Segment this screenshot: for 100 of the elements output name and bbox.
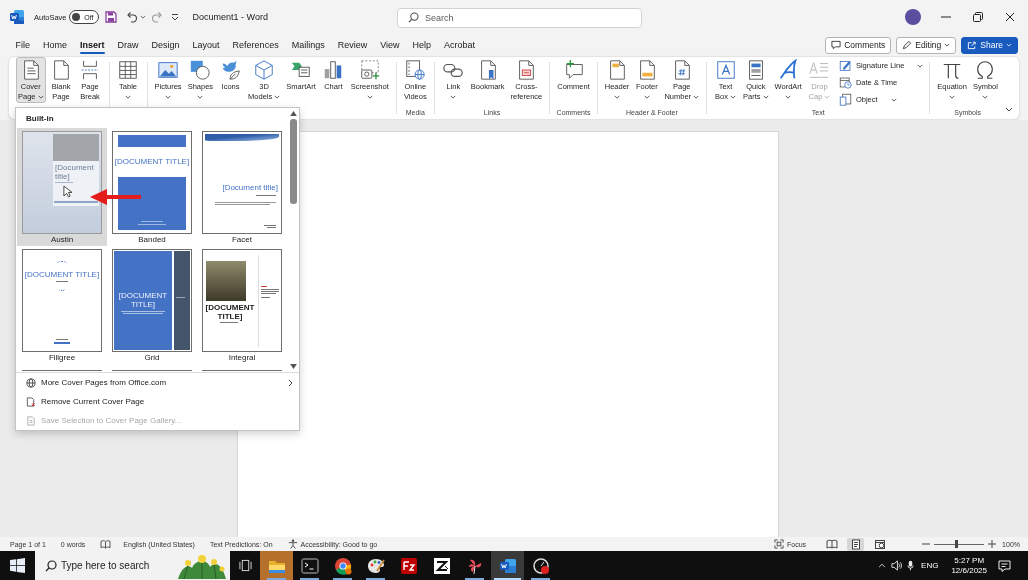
word-app-icon	[498, 556, 517, 575]
ribbon-tab[interactable]: Home	[36, 34, 74, 56]
globe-icon	[26, 377, 36, 388]
avatar[interactable]	[905, 9, 921, 25]
ribbon-action-button[interactable]: Editing	[896, 36, 957, 54]
save-icon[interactable]	[103, 10, 118, 24]
ribbon-tab[interactable]: View	[373, 34, 407, 56]
gauge-icon	[531, 556, 550, 575]
page-save-icon	[26, 415, 36, 426]
notification-icon[interactable]	[998, 559, 1011, 572]
signature-icon	[838, 59, 852, 72]
z-app-icon	[432, 556, 451, 575]
caret-icon[interactable]	[1005, 107, 1013, 112]
drop-cap-icon	[808, 59, 831, 81]
terminal-icon	[300, 556, 319, 575]
search-icon	[408, 11, 419, 23]
text-line	[141, 221, 163, 222]
ribbon-action-button[interactable]: Share	[961, 36, 1018, 54]
text-line	[220, 322, 238, 323]
ribbon-tab[interactable]: Draw	[111, 34, 146, 56]
zoom-slider-thumb[interactable]	[955, 540, 959, 548]
thumbnail-title: [Document title]	[221, 183, 278, 192]
annotation-arrow	[90, 189, 142, 205]
ribbon-tab[interactable]: Mailings	[285, 34, 332, 56]
ribbon-tab[interactable]: File	[9, 34, 37, 56]
view-button[interactable]	[823, 537, 841, 551]
pencil-icon	[902, 40, 913, 50]
text-line	[261, 297, 270, 298]
palette-icon	[366, 556, 385, 575]
microphone-icon[interactable]	[907, 560, 915, 571]
scrollbar-thumb[interactable]	[290, 119, 297, 204]
restore-icon[interactable]	[973, 12, 983, 22]
ribbon-tab[interactable]: Design	[145, 34, 187, 56]
text-line	[55, 182, 73, 183]
text-line	[56, 339, 68, 340]
film-globe-icon	[404, 59, 427, 81]
zoom-in-icon[interactable]	[988, 540, 997, 548]
accent-line	[54, 201, 98, 203]
window-title: Document1 - Word	[192, 12, 268, 22]
accent-line	[54, 342, 70, 344]
ribbon-tab[interactable]: Help	[406, 34, 438, 56]
plant-illustration	[176, 552, 228, 579]
view-button[interactable]	[847, 537, 865, 551]
filezilla-icon	[399, 556, 418, 575]
ribbon-tab[interactable]: Acrobat	[437, 34, 482, 56]
thumbnail-title: [DOCUMENT TITLE]	[117, 291, 169, 309]
ribbon-action-button[interactable]: Comments	[825, 36, 892, 54]
speaker-icon[interactable]	[891, 560, 903, 571]
cover-page-option[interactable]: [DOCUMENT TITLE] Filigree	[17, 246, 107, 364]
table-icon	[117, 59, 140, 81]
content-block	[118, 177, 186, 230]
cover-page-option[interactable]: [DOCUMENT TITLE] Integral	[197, 246, 287, 364]
scroll-down-icon[interactable]	[290, 364, 297, 369]
calendar-clock-icon	[838, 76, 852, 89]
search-field[interactable]: Search	[397, 8, 642, 28]
text-box-icon	[714, 59, 737, 81]
thumbnail-title: [DOCUMENT TITLE]	[113, 157, 191, 166]
menu-item[interactable]: More Cover Pages from Office.com	[16, 373, 299, 392]
cover-page-option[interactable]: [Document title] Facet	[197, 128, 287, 246]
customize-icon[interactable]	[170, 13, 179, 21]
taskbar-app[interactable]	[491, 551, 524, 580]
share-icon	[967, 40, 978, 50]
page-delete-icon	[26, 396, 36, 407]
cover-page-option[interactable]: [DOCUMENT TITLE] Grid	[107, 246, 197, 364]
mouse-cursor-icon	[63, 185, 72, 198]
focus-icon	[774, 539, 785, 549]
comment-icon	[831, 40, 842, 50]
menu-item[interactable]: Remove Current Cover Page	[16, 392, 299, 411]
thumbnail-title: [DOCUMENT TITLE]	[204, 303, 256, 321]
chevron-up-icon[interactable]	[878, 563, 887, 568]
ribbon-tab[interactable]: References	[226, 34, 286, 56]
scroll-up-icon[interactable]	[290, 111, 297, 116]
close-icon[interactable]	[1005, 12, 1015, 22]
read-mode-icon	[825, 538, 838, 550]
image-block	[53, 134, 99, 161]
text-line	[138, 224, 166, 225]
wordart-icon	[777, 59, 800, 81]
photo-placeholder	[206, 261, 246, 301]
task-view-icon[interactable]	[238, 559, 252, 572]
text-line	[176, 297, 185, 298]
book-icon[interactable]	[100, 539, 112, 549]
ribbon-tab[interactable]: Insert	[73, 34, 112, 56]
text-line	[261, 286, 267, 287]
shapes-icon	[189, 59, 212, 81]
text-line	[56, 281, 68, 282]
search-icon	[45, 559, 57, 572]
ribbon-tab[interactable]: Layout	[186, 34, 227, 56]
cover-page-option[interactable]: [Document title] Austin	[17, 128, 107, 246]
word-logo-icon	[9, 9, 25, 25]
windows-logo-icon[interactable]	[10, 558, 25, 573]
clock-date[interactable]: 12/6/2025	[951, 565, 987, 576]
menu-heading: Built-in	[25, 113, 55, 125]
undo-icon[interactable]	[125, 10, 138, 24]
ribbon-tab[interactable]: Review	[331, 34, 374, 56]
clock-time[interactable]: 5:27 PM	[954, 555, 985, 566]
cover-page-option[interactable]: [DOCUMENT TITLE] Banded	[107, 128, 197, 246]
accessibility-icon	[287, 539, 298, 549]
thumbnail-title: [Document title]	[55, 163, 95, 181]
input-language[interactable]: ENG	[921, 561, 939, 570]
cube-icon	[253, 59, 276, 81]
